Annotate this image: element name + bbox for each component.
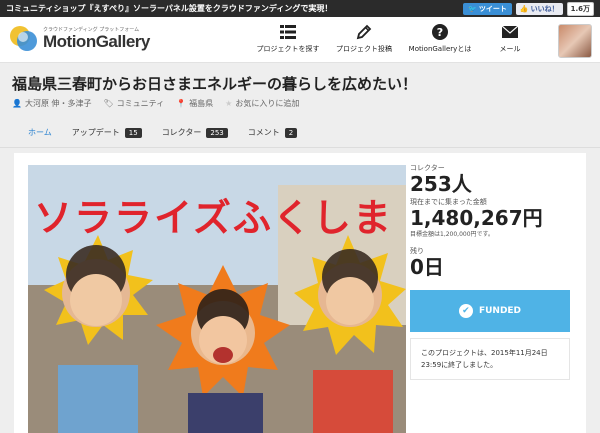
project-title: 福島県三春町からお日さまエネルギーの暮らしを広めたい！	[12, 75, 418, 93]
tweet-button[interactable]: 🐦 ツイート	[463, 2, 512, 15]
logo-mark-icon	[10, 24, 38, 52]
nav-label: プロジェクトを探す	[256, 45, 320, 53]
nav-submit-project[interactable]: プロジェクト投稿	[326, 23, 402, 54]
collectors-value: 253人	[410, 172, 472, 196]
owner-name: 大河原 伸・多津子	[24, 99, 92, 108]
tab-home[interactable]: ホーム	[28, 118, 52, 148]
nav-explore-projects[interactable]: プロジェクトを探す	[250, 23, 326, 54]
announcement-bar: コミュニティショップ『えすぺり』ソーラーパネル設置をクラウドファンディングで実現…	[0, 0, 600, 17]
project-meta: 👤 大河原 伸・多津子 🏷 コミュニティ 📍 福島県 ★ お気に入りに追加	[12, 98, 299, 109]
nav-label: MotionGalleryとは	[408, 45, 472, 53]
main-nav: プロジェクトを探す プロジェクト投稿 ? MotionGalleryとは メール	[250, 23, 542, 54]
like-button[interactable]: 👍 いいね！	[515, 2, 563, 15]
tab-count-badge: 253	[206, 127, 228, 138]
add-favorite-link[interactable]: ★ お気に入りに追加	[225, 98, 299, 109]
raised-value: 1,480,267円	[410, 206, 543, 230]
tweet-label: ツイート	[478, 4, 507, 13]
tab-comments[interactable]: コメント 2	[247, 118, 298, 148]
funded-label: FUNDED	[478, 306, 522, 316]
nav-label: プロジェクト投稿	[336, 45, 392, 53]
tab-label: コレクター	[161, 128, 202, 137]
project-content: ソラライズふくしま コレクター 253人 現在までに集まった金額 1,480,2…	[14, 153, 586, 433]
funded-badge: ✔ FUNDED	[410, 290, 570, 332]
tab-updates[interactable]: アップデート 15	[72, 118, 142, 148]
project-main-image[interactable]: ソラライズふくしま	[28, 165, 406, 433]
tab-count-badge: 2	[284, 127, 298, 138]
nav-about[interactable]: ? MotionGalleryとは	[402, 23, 478, 54]
tab-label: コメント	[247, 128, 280, 137]
tab-label: ホーム	[28, 128, 52, 137]
mail-icon	[502, 23, 518, 41]
project-end-note: このプロジェクトは、2015年11月24日 23:59に終了しました。	[410, 338, 570, 380]
location-name: 福島県	[189, 99, 214, 108]
location-pin-icon: 📍	[176, 99, 187, 108]
check-icon: ✔	[458, 304, 473, 318]
like-count: 1.6万	[566, 1, 594, 16]
funding-sidebar: コレクター 253人 現在までに集まった金額 1,480,267円 目標金額は1…	[410, 163, 570, 380]
svg-text:?: ?	[437, 26, 443, 39]
question-icon: ?	[432, 23, 448, 41]
project-category[interactable]: 🏷 コミュニティ	[104, 98, 165, 109]
announcement-text[interactable]: コミュニティショップ『えすぺり』ソーラーパネル設置をクラウドファンディングで実現…	[6, 3, 463, 14]
site-logo[interactable]: クラウドファンディング プラットフォーム MotionGallery	[10, 24, 150, 52]
nav-label: メール	[499, 45, 521, 53]
project-location[interactable]: 📍 福島県	[176, 98, 213, 109]
tab-label: アップデート	[71, 128, 120, 137]
nav-mail[interactable]: メール	[478, 23, 542, 54]
goal-text: 目標金額は1,200,000円です。	[410, 231, 494, 238]
project-owner[interactable]: 👤 大河原 伸・多津子	[12, 98, 92, 109]
user-avatar[interactable]	[558, 24, 592, 58]
tag-icon: 🏷	[103, 99, 114, 108]
remaining-value: 0日	[410, 255, 444, 279]
star-icon: ★	[225, 99, 233, 108]
logo-name: MotionGallery	[43, 31, 150, 51]
list-icon	[280, 23, 296, 41]
user-icon: 👤	[12, 99, 22, 108]
like-label: いいね！	[530, 4, 559, 13]
thumbs-up-icon: 👍	[519, 4, 529, 13]
pencil-icon	[356, 23, 372, 41]
tab-count-badge: 15	[124, 127, 142, 138]
favorite-label: お気に入りに追加	[235, 99, 300, 108]
site-header: クラウドファンディング プラットフォーム MotionGallery プロジェク…	[0, 17, 600, 63]
twitter-bird-icon: 🐦	[468, 4, 477, 13]
project-banner-text: ソラライズふくしま	[34, 196, 393, 240]
category-name: コミュニティ	[116, 99, 165, 108]
tab-collectors[interactable]: コレクター 253	[162, 118, 228, 148]
project-tabs: ホーム アップデート 15 コレクター 253 コメント 2	[0, 118, 600, 148]
share-buttons: 🐦 ツイート 👍 いいね！ 1.6万	[463, 1, 600, 16]
